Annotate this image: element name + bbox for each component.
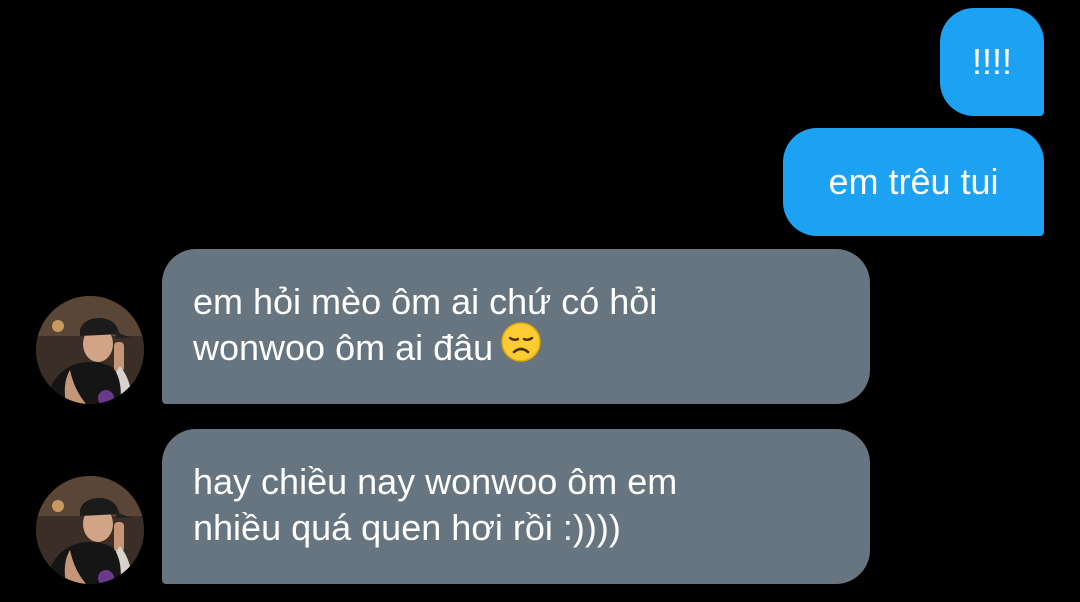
message-text-line: em hỏi mèo ôm ai chứ có hỏi bbox=[193, 281, 658, 322]
avatar-photo-icon bbox=[36, 476, 144, 584]
message-text-line: hay chiều nay wonwoo ôm em bbox=[193, 461, 678, 502]
avatar-photo-icon bbox=[36, 296, 144, 404]
outgoing-message-bubble[interactable]: em trêu tui bbox=[783, 128, 1044, 236]
message-text-line: nhiều quá quen hơi rồi :)))) bbox=[193, 507, 621, 548]
message-text: wonwoo ôm ai đâu bbox=[193, 327, 494, 368]
incoming-message-bubble[interactable]: em hỏi mèo ôm ai chứ có hỏi wonwoo ôm ai… bbox=[162, 249, 870, 404]
message-text: em trêu tui bbox=[828, 161, 999, 202]
sender-avatar[interactable] bbox=[36, 296, 144, 404]
message-text-line: wonwoo ôm ai đâu bbox=[193, 322, 840, 373]
incoming-message-bubble[interactable]: hay chiều nay wonwoo ôm em nhiều quá que… bbox=[162, 429, 870, 584]
outgoing-message-bubble[interactable]: !!!! bbox=[940, 8, 1044, 116]
disappointed-face-icon bbox=[501, 322, 541, 373]
message-text: !!!! bbox=[971, 41, 1012, 82]
sender-avatar[interactable] bbox=[36, 476, 144, 584]
